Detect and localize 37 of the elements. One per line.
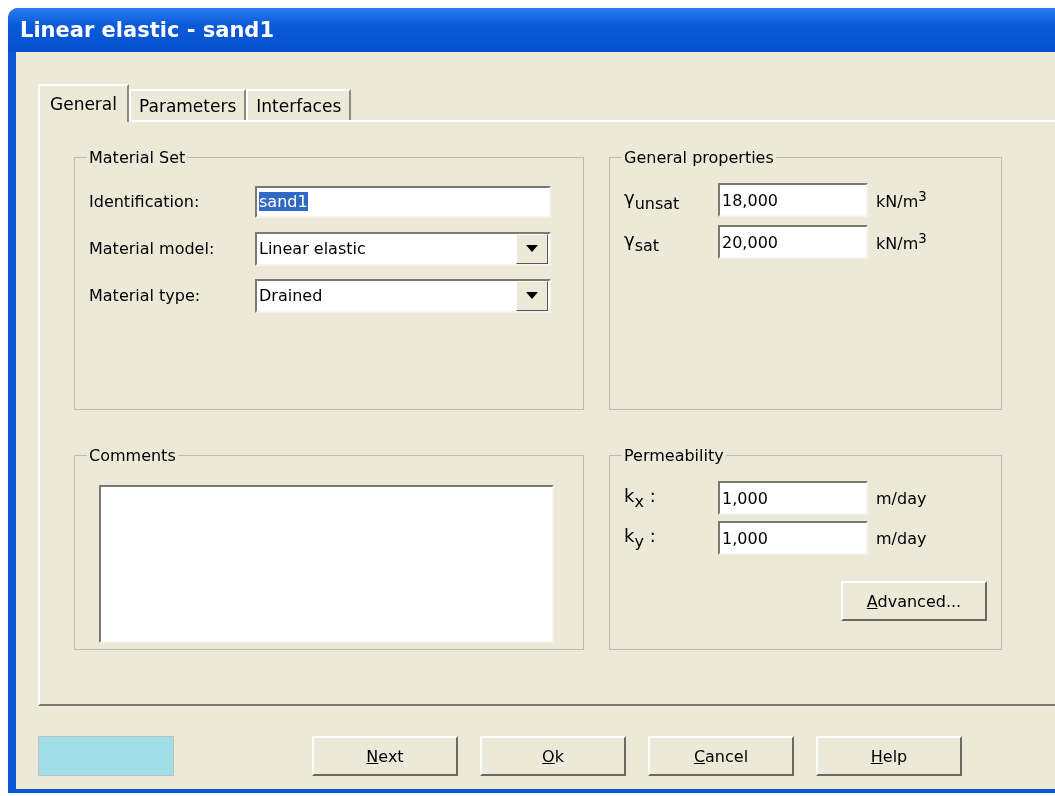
dropdown[interactable]: Drained [255, 278, 551, 313]
unit-label: m/day [876, 528, 927, 548]
group-title: Permeability [623, 446, 725, 465]
input-field[interactable]: sand1 [255, 185, 551, 218]
dropdown-button[interactable] [516, 280, 548, 311]
input-field[interactable]: 20,000 [718, 225, 868, 259]
tab[interactable]: Interfaces [246, 89, 352, 120]
dialog-button[interactable]: Ok [480, 736, 626, 776]
unit-label: kN/m$^{3}$ [876, 230, 927, 254]
unit-label: m/day [876, 488, 927, 508]
comments-field[interactable] [99, 485, 554, 643]
input-field[interactable]: 18,000 [718, 183, 868, 217]
field-label: k$_{y}$ : [624, 525, 657, 551]
field-label: k$_{x}$ : [624, 485, 657, 511]
input-field[interactable]: 1,000 [718, 481, 868, 515]
dropdown-arrow-icon [526, 245, 538, 252]
group-title: General properties [623, 148, 775, 167]
group-title: Material Set [88, 148, 187, 167]
dropdown-arrow-icon [526, 292, 538, 299]
tab[interactable]: Parameters [129, 89, 247, 120]
dialog-button[interactable]: Next [312, 736, 458, 776]
input-field[interactable]: 1,000 [718, 521, 868, 555]
advanced-button[interactable]: Advanced... [841, 581, 987, 621]
dropdown[interactable]: Linear elastic [255, 231, 551, 266]
window-title: Linear elastic - sand1 [20, 18, 274, 42]
dialog-button[interactable]: Cancel [648, 736, 794, 776]
dropdown-button[interactable] [516, 233, 548, 264]
unit-label: kN/m$^{3}$ [876, 188, 927, 212]
field-label: γ$_{unsat}$ [624, 187, 681, 213]
tab[interactable]: General [38, 84, 129, 122]
field-label: Material model: [89, 239, 216, 258]
field-label: γ$_{sat}$ [624, 229, 661, 255]
field-label: Material type: [89, 286, 202, 305]
group-title: Comments [88, 446, 177, 465]
field-label: Identification: [89, 192, 201, 211]
dialog-button[interactable]: Help [816, 736, 962, 776]
color-swatch[interactable] [38, 736, 174, 776]
